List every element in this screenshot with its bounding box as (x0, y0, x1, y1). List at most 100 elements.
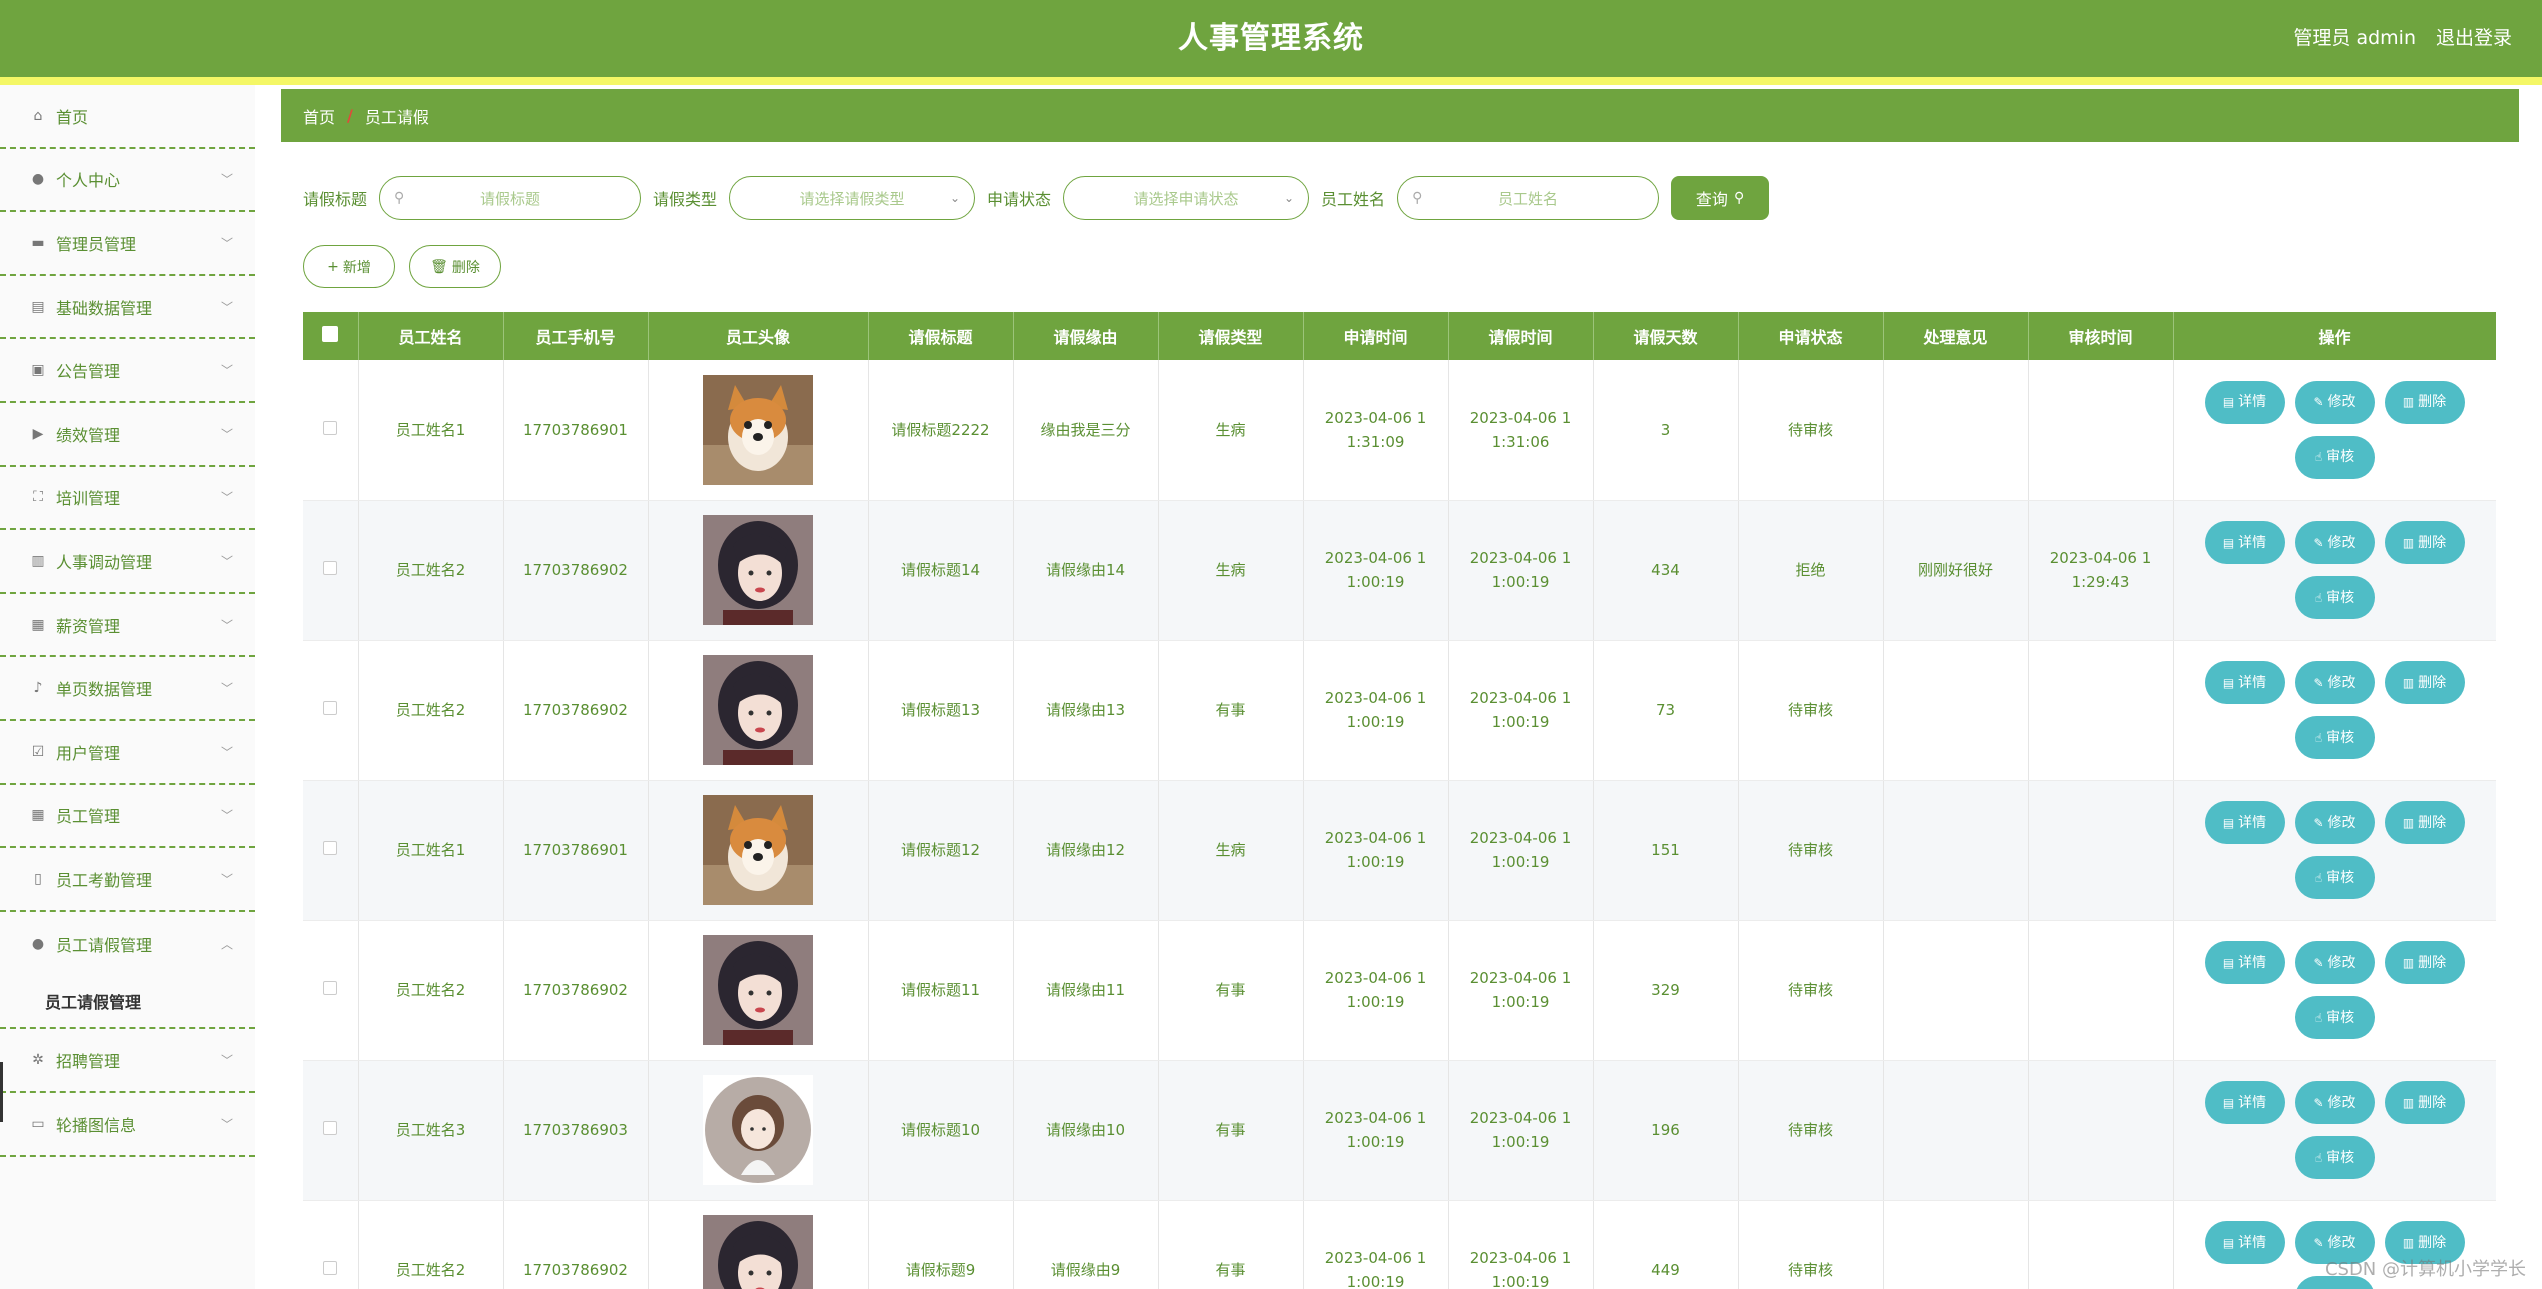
edit-button[interactable]: ✎ 修改 (2294, 521, 2375, 564)
delete-row-button[interactable]: ▥ 删除 (2384, 1081, 2465, 1124)
edit-button[interactable]: ✎ 修改 (2294, 801, 2375, 844)
delete-row-button[interactable]: ▥ 删除 (2384, 801, 2465, 844)
edit-button[interactable]: ✎ 修改 (2294, 661, 2375, 704)
row-checkbox-cell[interactable] (303, 780, 359, 921)
current-user: 管理员 admin (2293, 27, 2416, 49)
sidebar-item[interactable]: ● 员工请假管理 ︿ (0, 912, 255, 976)
status-select[interactable]: 请选择申请状态 ⌄ (1063, 176, 1310, 220)
cell-reason: 请假缘由9 (1013, 1200, 1159, 1289)
edit-button[interactable]: ✎ 修改 (2294, 380, 2375, 424)
delete-label: 删除 (451, 259, 480, 276)
type-select[interactable]: 请选择请假类型 ⌄ (729, 176, 976, 220)
edit-button[interactable]: ✎ 修改 (2294, 941, 2375, 984)
trash-icon: 🗑 (430, 258, 448, 275)
sidebar-item[interactable]: ▭ 轮播图信息 ﹀ (0, 1093, 255, 1157)
leave-table-container: 员工姓名 员工手机号 员工头像 请假标题 请假缘由 请假类型 申请时间 请假时间 请假天数 申请状… (303, 312, 2496, 1289)
row-button-label: 删除 (2418, 1234, 2447, 1251)
sidebar-item[interactable]: ▣ 公告管理 ﹀ (0, 339, 255, 403)
row-button-label: 审核 (2326, 1149, 2355, 1166)
detail-button[interactable]: ▤ 详情 (2204, 1221, 2285, 1264)
row-checkbox-cell[interactable] (303, 920, 359, 1061)
detail-button[interactable]: ▤ 详情 (2204, 941, 2285, 984)
review-button[interactable]: ☝审核 (2294, 856, 2375, 899)
breadcrumb-home[interactable]: 首页 (303, 104, 335, 128)
detail-button[interactable]: ▤ 详情 (2204, 380, 2285, 424)
row-checkbox[interactable] (323, 701, 338, 715)
detail-button[interactable]: ▤ 详情 (2204, 1081, 2285, 1124)
chevron-down-icon: ﹀ (220, 300, 233, 315)
sidebar-subitem[interactable]: 员工请假管理 (0, 975, 255, 1030)
trash-icon: ▥ (2402, 955, 2415, 970)
row-button-label: 审核 (2326, 1009, 2355, 1026)
review-button[interactable]: ☝审核 (2294, 576, 2375, 619)
row-button-label: 修改 (2327, 1094, 2356, 1111)
cell-type: 生病 (1158, 500, 1304, 641)
sidebar: ⌂ 首页 ● 个人中心 ﹀ ▬ 管理员管理 ﹀ ▤ 基础数据管理 ﹀ ▣ 公告管理 ﹀ ▶ 绩效管理 ﹀ ⛶ 培训管… (0, 85, 255, 1289)
row-checkbox[interactable] (323, 1261, 338, 1275)
sidebar-item[interactable]: ♪ 单页数据管理 ﹀ (0, 657, 255, 721)
row-checkbox[interactable] (323, 420, 338, 435)
delete-row-button[interactable]: ▥ 删除 (2384, 661, 2465, 704)
delete-row-button[interactable]: ▥ 删除 (2384, 941, 2465, 984)
sidebar-item[interactable]: ▬ 管理员管理 ﹀ (0, 212, 255, 276)
row-button-label: 删除 (2418, 394, 2447, 411)
sidebar-item[interactable]: ✲ 招聘管理 ﹀ (0, 1029, 255, 1093)
detail-button[interactable]: ▤ 详情 (2204, 801, 2285, 844)
sidebar-item[interactable]: ▦ 员工管理 ﹀ (0, 785, 255, 849)
employee-avatar (703, 1075, 813, 1185)
cell-reason: 请假缘由10 (1013, 1060, 1159, 1201)
cell-apply-time: 2023-04-06 11:00:19 (1303, 640, 1449, 781)
logout-link[interactable]: 退出登录 (2436, 0, 2512, 77)
add-button[interactable]: + 新增 (303, 245, 395, 288)
sidebar-item[interactable]: ▦ 薪资管理 ﹀ (0, 594, 255, 658)
row-checkbox-cell[interactable] (303, 360, 359, 501)
sidebar-item[interactable]: ▶ 绩效管理 ﹀ (0, 403, 255, 467)
edit-button[interactable]: ✎ 修改 (2294, 1081, 2375, 1124)
review-button[interactable]: ☝审核 (2294, 1136, 2375, 1179)
row-checkbox[interactable] (323, 561, 338, 575)
cell-title: 请假标题2222 (868, 360, 1014, 501)
detail-button[interactable]: ▤ 详情 (2204, 661, 2285, 704)
query-button[interactable]: 查询 ⚲ (1671, 176, 1770, 220)
row-checkbox[interactable] (323, 981, 338, 995)
sidebar-item-label: 用户管理 (56, 743, 121, 763)
review-button[interactable]: ☝审核 (2294, 435, 2375, 479)
sidebar-item[interactable]: ⌂ 首页 (0, 85, 255, 149)
sidebar-item[interactable]: ☑ 用户管理 ﹀ (0, 721, 255, 785)
row-checkbox-cell[interactable] (303, 500, 359, 641)
sidebar-item[interactable]: ▯ 员工考勤管理 ﹀ (0, 848, 255, 912)
cell-review-time: 2023-04-06 11:29:43 (2028, 500, 2174, 641)
sidebar-item[interactable]: ▥ 人事调动管理 ﹀ (0, 530, 255, 594)
select-all-checkbox[interactable] (303, 312, 359, 360)
row-checkbox[interactable] (323, 1121, 338, 1135)
review-button[interactable]: ☝审核 (2294, 996, 2375, 1039)
books-icon: ▥ (31, 552, 45, 569)
delete-button[interactable]: 🗑 删除 (409, 245, 501, 288)
thumb-icon: ☝ (2314, 590, 2323, 605)
cell-leave-time: 2023-04-06 11:00:19 (1448, 780, 1594, 921)
delete-row-button[interactable]: ▥ 删除 (2384, 521, 2465, 564)
delete-row-button[interactable]: ▥ 删除 (2384, 380, 2465, 424)
name-search-input[interactable]: ⚲ 员工姓名 (1397, 176, 1660, 220)
title-search-input[interactable]: ⚲ 请假标题 (379, 176, 642, 220)
thumb-icon: ☝ (2314, 1010, 2323, 1025)
chat-icon: ▭ (31, 1115, 45, 1132)
cell-type: 有事 (1158, 1060, 1304, 1201)
sidebar-item[interactable]: ▤ 基础数据管理 ﹀ (0, 276, 255, 340)
column-header: 请假标题 (868, 312, 1014, 360)
chevron-down-icon: ⌄ (949, 191, 961, 205)
row-button-label: 详情 (2238, 534, 2267, 551)
row-checkbox-cell[interactable] (303, 1200, 359, 1289)
sidebar-item[interactable]: ● 个人中心 ﹀ (0, 149, 255, 213)
row-checkbox-cell[interactable] (303, 1060, 359, 1201)
chevron-down-icon: ⌄ (1283, 191, 1295, 205)
sidebar-item-label: 个人中心 (56, 171, 121, 191)
row-checkbox-cell[interactable] (303, 640, 359, 781)
detail-button[interactable]: ▤ 详情 (2204, 521, 2285, 564)
review-button[interactable]: ☝审核 (2294, 716, 2375, 759)
sidebar-item[interactable]: ⛶ 培训管理 ﹀ (0, 467, 255, 531)
status-select-placeholder: 请选择申请状态 (1133, 189, 1239, 208)
row-checkbox[interactable] (323, 841, 338, 855)
doc-icon: ▤ (2222, 955, 2235, 970)
row-button-label: 审核 (2326, 589, 2355, 606)
